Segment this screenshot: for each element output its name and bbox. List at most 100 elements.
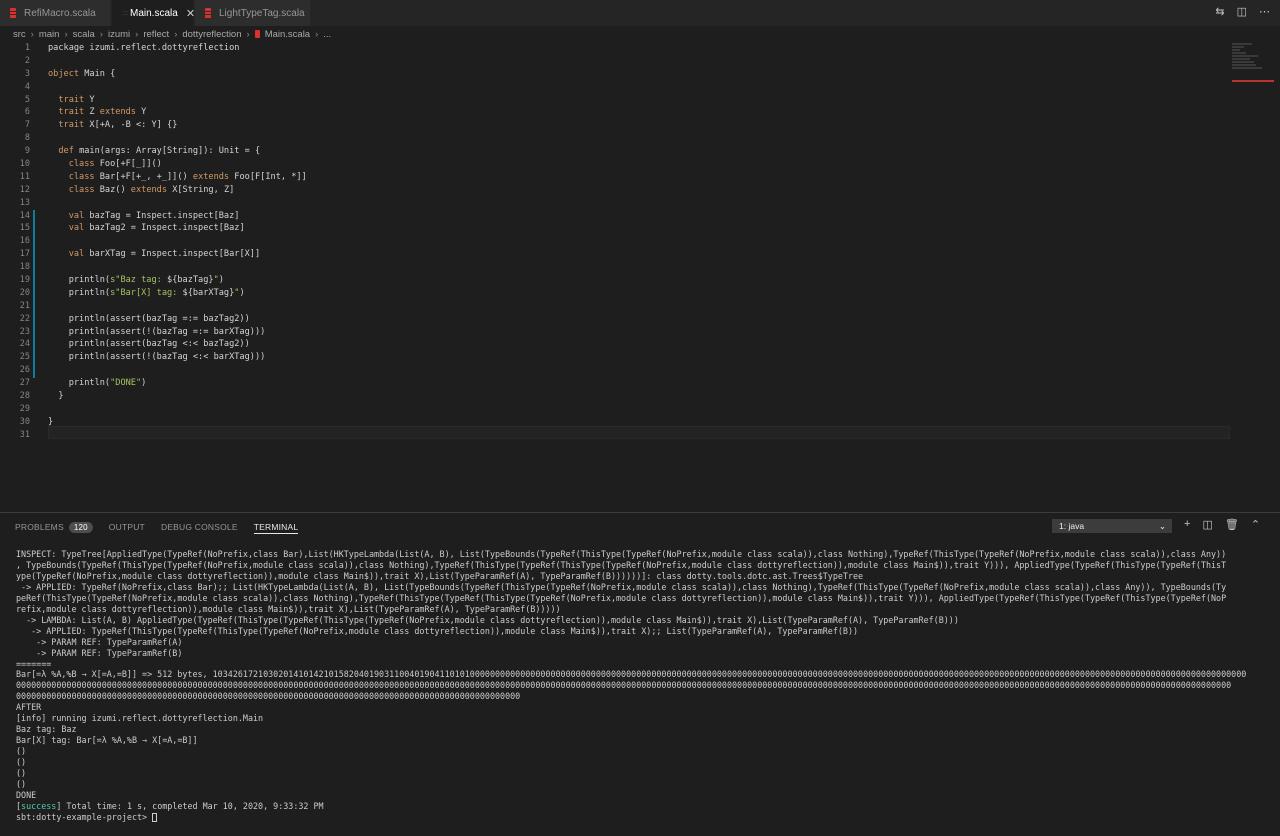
terminal-prompt-line[interactable]: sbt:dotty-example-project>: [16, 812, 1268, 823]
terminal-line: (): [16, 757, 27, 768]
add-terminal-icon[interactable]: +: [1184, 518, 1190, 531]
terminal-line: Baz tag: Baz: [16, 724, 77, 735]
chevron-down-icon: ⌄: [1158, 520, 1166, 531]
tab-label: DEBUG CONSOLE: [160, 522, 238, 532]
code-line[interactable]: class Bar[+F[+_, +_]]() extends Foo[F[In…: [48, 171, 1228, 184]
code-line[interactable]: [48, 300, 1228, 313]
code-token: bazTag2 = Inspect.inspect[Baz]: [89, 223, 245, 234]
code-content[interactable]: package izumi.reflect.dottyreflection obj…: [48, 42, 1228, 442]
code-line[interactable]: println(assert(!(bazTag =:= barXTag))): [48, 326, 1228, 339]
code-line[interactable]: println(assert(bazTag <:< bazTag2)): [48, 338, 1228, 351]
terminal-line: [info] running izumi.reflect.dottyreflec…: [16, 713, 264, 724]
panel-actions: + ◫ 🗑 ⌃: [1184, 518, 1260, 531]
tab-lighttypetag[interactable]: LightTypeTag.scala: [195, 0, 311, 26]
code-line[interactable]: [48, 364, 1228, 377]
scala-file-icon: [254, 30, 260, 38]
code-line[interactable]: }: [48, 416, 1228, 429]
code-line[interactable]: val barXTag = Inspect.inspect[Bar[X]]: [48, 248, 1228, 261]
split-terminal-icon[interactable]: ◫: [1202, 518, 1212, 531]
breadcrumb-item[interactable]: izumi: [108, 29, 130, 40]
code-line[interactable]: val bazTag = Inspect.inspect[Baz]: [48, 210, 1228, 223]
line-number: 20: [19, 287, 30, 298]
terminal-select[interactable]: 1: java ⌄: [1052, 519, 1172, 533]
code-token: }: [48, 416, 54, 427]
breadcrumb-item[interactable]: main: [39, 29, 60, 40]
code-token: Baz(): [99, 184, 131, 195]
code-line[interactable]: class Baz() extends X[String, Z]: [48, 184, 1228, 197]
minimap[interactable]: [1232, 42, 1274, 90]
terminal-output[interactable]: INSPECT: TypeTree[AppliedType(TypeRef(No…: [16, 549, 1268, 823]
breadcrumb-item[interactable]: scala: [73, 29, 95, 40]
breadcrumb-item[interactable]: ...: [323, 29, 331, 40]
code-token: trait: [58, 94, 90, 105]
code-token: trait: [58, 120, 90, 131]
trash-icon[interactable]: 🗑: [1225, 518, 1239, 531]
breadcrumb-item[interactable]: dottyreflection: [182, 29, 241, 40]
breadcrumb-item[interactable]: src: [13, 29, 26, 40]
chevron-right-icon: ›: [99, 28, 103, 40]
compare-changes-icon[interactable]: ⇆: [1215, 5, 1224, 18]
tab-problems[interactable]: PROBLEMS 120: [15, 520, 93, 534]
tab-terminal[interactable]: TERMINAL: [253, 520, 299, 534]
breadcrumb-item[interactable]: reflect: [143, 29, 169, 40]
code-token: X[String, Z]: [172, 184, 235, 195]
code-line[interactable]: class Foo[+F[_]](): [48, 158, 1228, 171]
chevron-right-icon: ›: [246, 28, 250, 40]
line-number: 4: [24, 81, 30, 92]
chevron-up-icon[interactable]: ⌃: [1251, 518, 1260, 531]
code-token: Z: [89, 107, 100, 118]
code-line[interactable]: [48, 235, 1228, 248]
tab-main[interactable]: Main.scala ✕: [112, 0, 195, 26]
editor-tab-bar: RefiMacro.scala Main.scala ✕ LightTypeTa…: [0, 0, 1280, 26]
terminal-cursor: [152, 812, 158, 822]
code-token: println(assert(bazTag <:< bazTag2)): [48, 339, 250, 350]
code-line[interactable]: [48, 81, 1228, 94]
code-line[interactable]: def main(args: Array[String]): Unit = {: [48, 145, 1228, 158]
code-line[interactable]: val bazTag2 = Inspect.inspect[Baz]: [48, 222, 1228, 235]
code-line[interactable]: println(assert(!(bazTag <:< barXTag))): [48, 351, 1228, 364]
editor-actions: ⇆ ◫ ⋯: [1215, 5, 1270, 18]
code-line[interactable]: trait Y: [48, 94, 1228, 107]
code-line[interactable]: [48, 261, 1228, 274]
tab-debug-console[interactable]: DEBUG CONSOLE: [161, 520, 238, 534]
code-line[interactable]: }: [48, 390, 1228, 403]
split-editor-icon[interactable]: ◫: [1237, 5, 1247, 18]
code-line[interactable]: trait X[+A, -B <: Y] {}: [48, 119, 1228, 132]
chevron-right-icon: ›: [30, 28, 34, 40]
code-editor[interactable]: 1 2 3 4 5 6 7 8 9 10 11 12 13 14 15 16 17 18 19 20 21 22 23 24 2…: [0, 42, 1280, 512]
terminal-line: refix,module class dottyreflection)),mod…: [16, 603, 561, 614]
more-actions-icon[interactable]: ⋯: [1259, 5, 1270, 18]
success-text: Total time: 1 s, completed Mar 10, 2020,…: [61, 800, 324, 811]
code-line[interactable]: println(assert(bazTag =:= bazTag2)): [48, 313, 1228, 326]
code-token: class: [68, 184, 100, 195]
code-token: extends: [192, 171, 235, 182]
code-token: Foo[F[Int, *]]: [234, 171, 307, 182]
terminal-line: AFTER: [16, 702, 42, 713]
code-line[interactable]: [48, 403, 1228, 416]
code-line[interactable]: object Main {: [48, 68, 1228, 81]
tab-output[interactable]: OUTPUT: [109, 520, 145, 534]
success-line: [success] Total time: 1 s, completed Mar…: [16, 800, 324, 811]
breadcrumb-item[interactable]: Main.scala: [265, 29, 310, 40]
code-line[interactable]: trait Z extends Y: [48, 106, 1228, 119]
code-line[interactable]: println(s"Bar[X] tag: ${barXTag}"): [48, 287, 1228, 300]
code-line[interactable]: [48, 429, 1228, 442]
code-line[interactable]: println("DONE"): [48, 377, 1228, 390]
code-token: println(: [48, 378, 111, 389]
terminal-line: peRef(ThisType(TypeRef(NoPrefix,module c…: [16, 592, 1227, 603]
terminal-line: DONE: [16, 789, 37, 800]
code-line[interactable]: [48, 132, 1228, 145]
tab-refimacro[interactable]: RefiMacro.scala: [0, 0, 111, 26]
code-line[interactable]: package izumi.reflect.dottyreflection: [48, 42, 1228, 55]
code-token: s"Bar[X] tag:: [110, 287, 183, 298]
terminal-line: ype(TypeRef(NoPrefix,module class dottyr…: [16, 570, 864, 581]
code-line[interactable]: [48, 197, 1228, 210]
code-line[interactable]: println(s"Baz tag: ${bazTag}"): [48, 274, 1228, 287]
close-icon[interactable]: ✕: [186, 7, 195, 20]
code-line[interactable]: [48, 55, 1228, 68]
code-token: val: [68, 249, 90, 260]
